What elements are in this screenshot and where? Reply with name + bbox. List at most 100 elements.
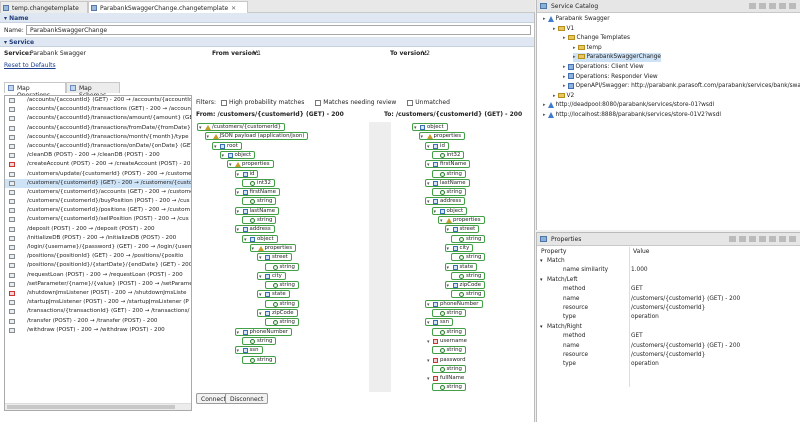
operation-row[interactable]: /accounts/{accountId}/transactions/amoun…	[5, 114, 191, 123]
operation-row[interactable]: /initializeDB (POST) - 200 → /initialize…	[5, 234, 191, 243]
expand-toggle-icon[interactable]: ▾	[259, 292, 262, 298]
expand-toggle-icon[interactable]: ▸	[543, 16, 546, 22]
schema-node[interactable]: ▾ city	[257, 271, 286, 280]
horizontal-scrollbar[interactable]	[5, 403, 191, 410]
schema-node[interactable]: ▾ zipCode	[444, 281, 486, 290]
schema-node[interactable]: string	[264, 299, 299, 308]
property-row[interactable]: resource/customers/{customerId}	[537, 351, 800, 360]
schema-node[interactable]: string	[242, 197, 277, 206]
schema-node[interactable]: ▾ street	[444, 225, 480, 234]
expand-toggle-icon[interactable]: ▾	[540, 276, 543, 285]
schema-node[interactable]: ▾ properties	[418, 132, 466, 141]
expand-toggle-icon[interactable]: ▾	[214, 144, 217, 150]
operation-row[interactable]: /deposit (POST) - 200 → /deposit (POST) …	[5, 225, 191, 234]
minimize-icon[interactable]	[779, 3, 786, 9]
schema-node[interactable]: ▾ address	[425, 197, 466, 206]
operation-row[interactable]: /customers/update/{customerId} (POST) - …	[5, 170, 191, 179]
schema-node[interactable]: string	[431, 309, 466, 317]
reset-to-defaults-link[interactable]: Reset to Defaults	[4, 62, 56, 69]
needs-review-checkbox[interactable]	[315, 99, 322, 106]
expand-toggle-icon[interactable]: ▾	[447, 246, 450, 252]
operation-row[interactable]: /customers/{customerId}/sellPosition (PO…	[5, 215, 191, 224]
catalog-tree-item[interactable]: ▸ Operations: Responder View	[563, 73, 658, 82]
expand-toggle-icon[interactable]: ▾	[237, 330, 240, 336]
operation-row[interactable]: /createAccount (POST) - 200 → /createAcc…	[5, 160, 191, 169]
schema-node[interactable]: ▾ /customers/{customerId}	[197, 123, 286, 131]
catalog-tree-item[interactable]: ▸ http://deadpool:8080/parabank/services/…	[543, 101, 714, 110]
disconnect-button[interactable]: Disconnect	[225, 393, 269, 404]
schema-node[interactable]: ▾ JSON payload (application/json)	[204, 132, 309, 141]
view-menu-icon[interactable]	[769, 236, 776, 242]
expand-toggle-icon[interactable]: ▾	[427, 358, 430, 364]
property-row[interactable]: method GET	[537, 285, 800, 294]
operation-row[interactable]: /positions/{positionId} (GET) - 200 → /p…	[5, 252, 191, 261]
property-row[interactable]: ▾ Match/Right	[537, 323, 800, 332]
operation-row[interactable]: /transactions/{transactionId} (GET) - 20…	[5, 307, 191, 316]
catalog-tree-item[interactable]: ▸ http://localhost:8888/parabank/services…	[543, 111, 721, 120]
schema-node[interactable]: ▾ object	[431, 206, 468, 215]
expand-toggle-icon[interactable]: ▸	[563, 74, 566, 80]
schema-node[interactable]: ▾ ssn	[234, 346, 263, 355]
expand-toggle-icon[interactable]: ▾	[427, 144, 430, 150]
schema-node[interactable]: string	[431, 327, 466, 336]
schema-node[interactable]: string	[264, 262, 299, 271]
expand-toggle-icon[interactable]: ▾	[237, 172, 240, 178]
expand-toggle-icon[interactable]: ▾	[421, 134, 424, 140]
property-row[interactable]: name/customers/{customerId} (GET) - 200	[537, 295, 800, 304]
tab-parabank-changetemplate[interactable]: ParabankSwaggerChange.changetemplate ✕	[88, 1, 248, 13]
catalog-tree-item[interactable]: ▸ Parabank Swagger	[543, 15, 610, 24]
schema-node[interactable]: ▾ properties	[227, 160, 274, 169]
minimize-icon[interactable]	[779, 236, 786, 242]
property-row[interactable]: ▾ Match	[537, 257, 800, 266]
expand-toggle-icon[interactable]: ▸	[553, 26, 556, 32]
operation-row[interactable]: /shutdownJmsListener (POST) - 200 → /shu…	[5, 289, 191, 298]
expand-toggle-icon[interactable]: ▸	[553, 93, 556, 99]
property-row[interactable]: name/customers/{customerId} (GET) - 200	[537, 342, 800, 351]
schema-node[interactable]: ▾ object	[242, 234, 278, 243]
view-menu-icon[interactable]	[769, 3, 776, 9]
expand-toggle-icon[interactable]: ▾	[237, 227, 240, 233]
operation-row[interactable]: /accounts/{accountId} (GET) - 200 → /acc…	[5, 96, 191, 105]
name-section-header[interactable]: ▾ Name	[0, 13, 534, 23]
property-row[interactable]: ▾ Match/Left	[537, 276, 800, 285]
expand-toggle-icon[interactable]: ▸	[563, 35, 566, 41]
property-row[interactable]: type operation	[537, 313, 800, 322]
schema-node[interactable]: ▾ firstName	[425, 160, 471, 169]
operation-row[interactable]: /accounts/{accountId}/transactions/month…	[5, 133, 191, 142]
schema-node[interactable]: ▾ password	[425, 355, 470, 364]
collapse-all-icon[interactable]	[749, 3, 756, 9]
schema-node[interactable]: ▾ properties	[438, 216, 485, 224]
expand-toggle-icon[interactable]: ▾	[427, 162, 430, 168]
catalog-tree-item[interactable]: ▸ Change Templates	[563, 34, 630, 43]
catalog-tree-item[interactable]: ▸ temp	[573, 44, 602, 53]
expand-toggle-icon[interactable]: ▾	[447, 283, 450, 289]
expand-toggle-icon[interactable]: ▾	[259, 311, 262, 317]
catalog-tree-item[interactable]: ▸ ParabankSwaggerChange	[573, 53, 661, 63]
schema-node[interactable]: ▾ username	[425, 336, 471, 345]
schema-node[interactable]: ▾ ssn	[425, 318, 454, 327]
expand-toggle-icon[interactable]: ▾	[427, 199, 430, 205]
schema-node[interactable]: string	[431, 364, 466, 373]
operation-row[interactable]: /login/{username}/{password} (GET) - 200…	[5, 243, 191, 252]
schema-node[interactable]: ▾ id	[234, 169, 259, 178]
expand-toggle-icon[interactable]: ▾	[447, 227, 450, 233]
schema-node[interactable]: int32	[242, 178, 275, 187]
expand-toggle-icon[interactable]: ▾	[447, 265, 450, 271]
schema-node[interactable]: ▾ lastName	[425, 178, 470, 187]
schema-node[interactable]: string	[242, 355, 277, 364]
property-row[interactable]: name similarity 1.000	[537, 266, 800, 275]
operation-row[interactable]: /accounts/{accountId}/transactions/fromD…	[5, 124, 191, 133]
advanced-icon[interactable]	[749, 236, 756, 242]
schema-node[interactable]: string	[431, 383, 466, 392]
schema-node[interactable]: string	[431, 169, 466, 178]
operation-row[interactable]: /customers/{customerId} (GET) - 200 → /c…	[5, 178, 191, 188]
schema-node[interactable]: ▾ state	[257, 290, 290, 299]
property-row[interactable]: type operation	[537, 360, 800, 369]
operation-row[interactable]: /setParameter/{name}/{value} (POST) - 20…	[5, 280, 191, 289]
operation-row[interactable]: /customers/{customerId}/buyPosition (POS…	[5, 197, 191, 206]
unmatched-checkbox[interactable]	[407, 99, 414, 106]
expand-toggle-icon[interactable]: ▾	[414, 125, 417, 131]
expand-toggle-icon[interactable]: ▾	[427, 302, 430, 308]
schema-node[interactable]: string	[242, 336, 277, 345]
tab-map-schemas[interactable]: Map Schemas	[66, 82, 120, 99]
